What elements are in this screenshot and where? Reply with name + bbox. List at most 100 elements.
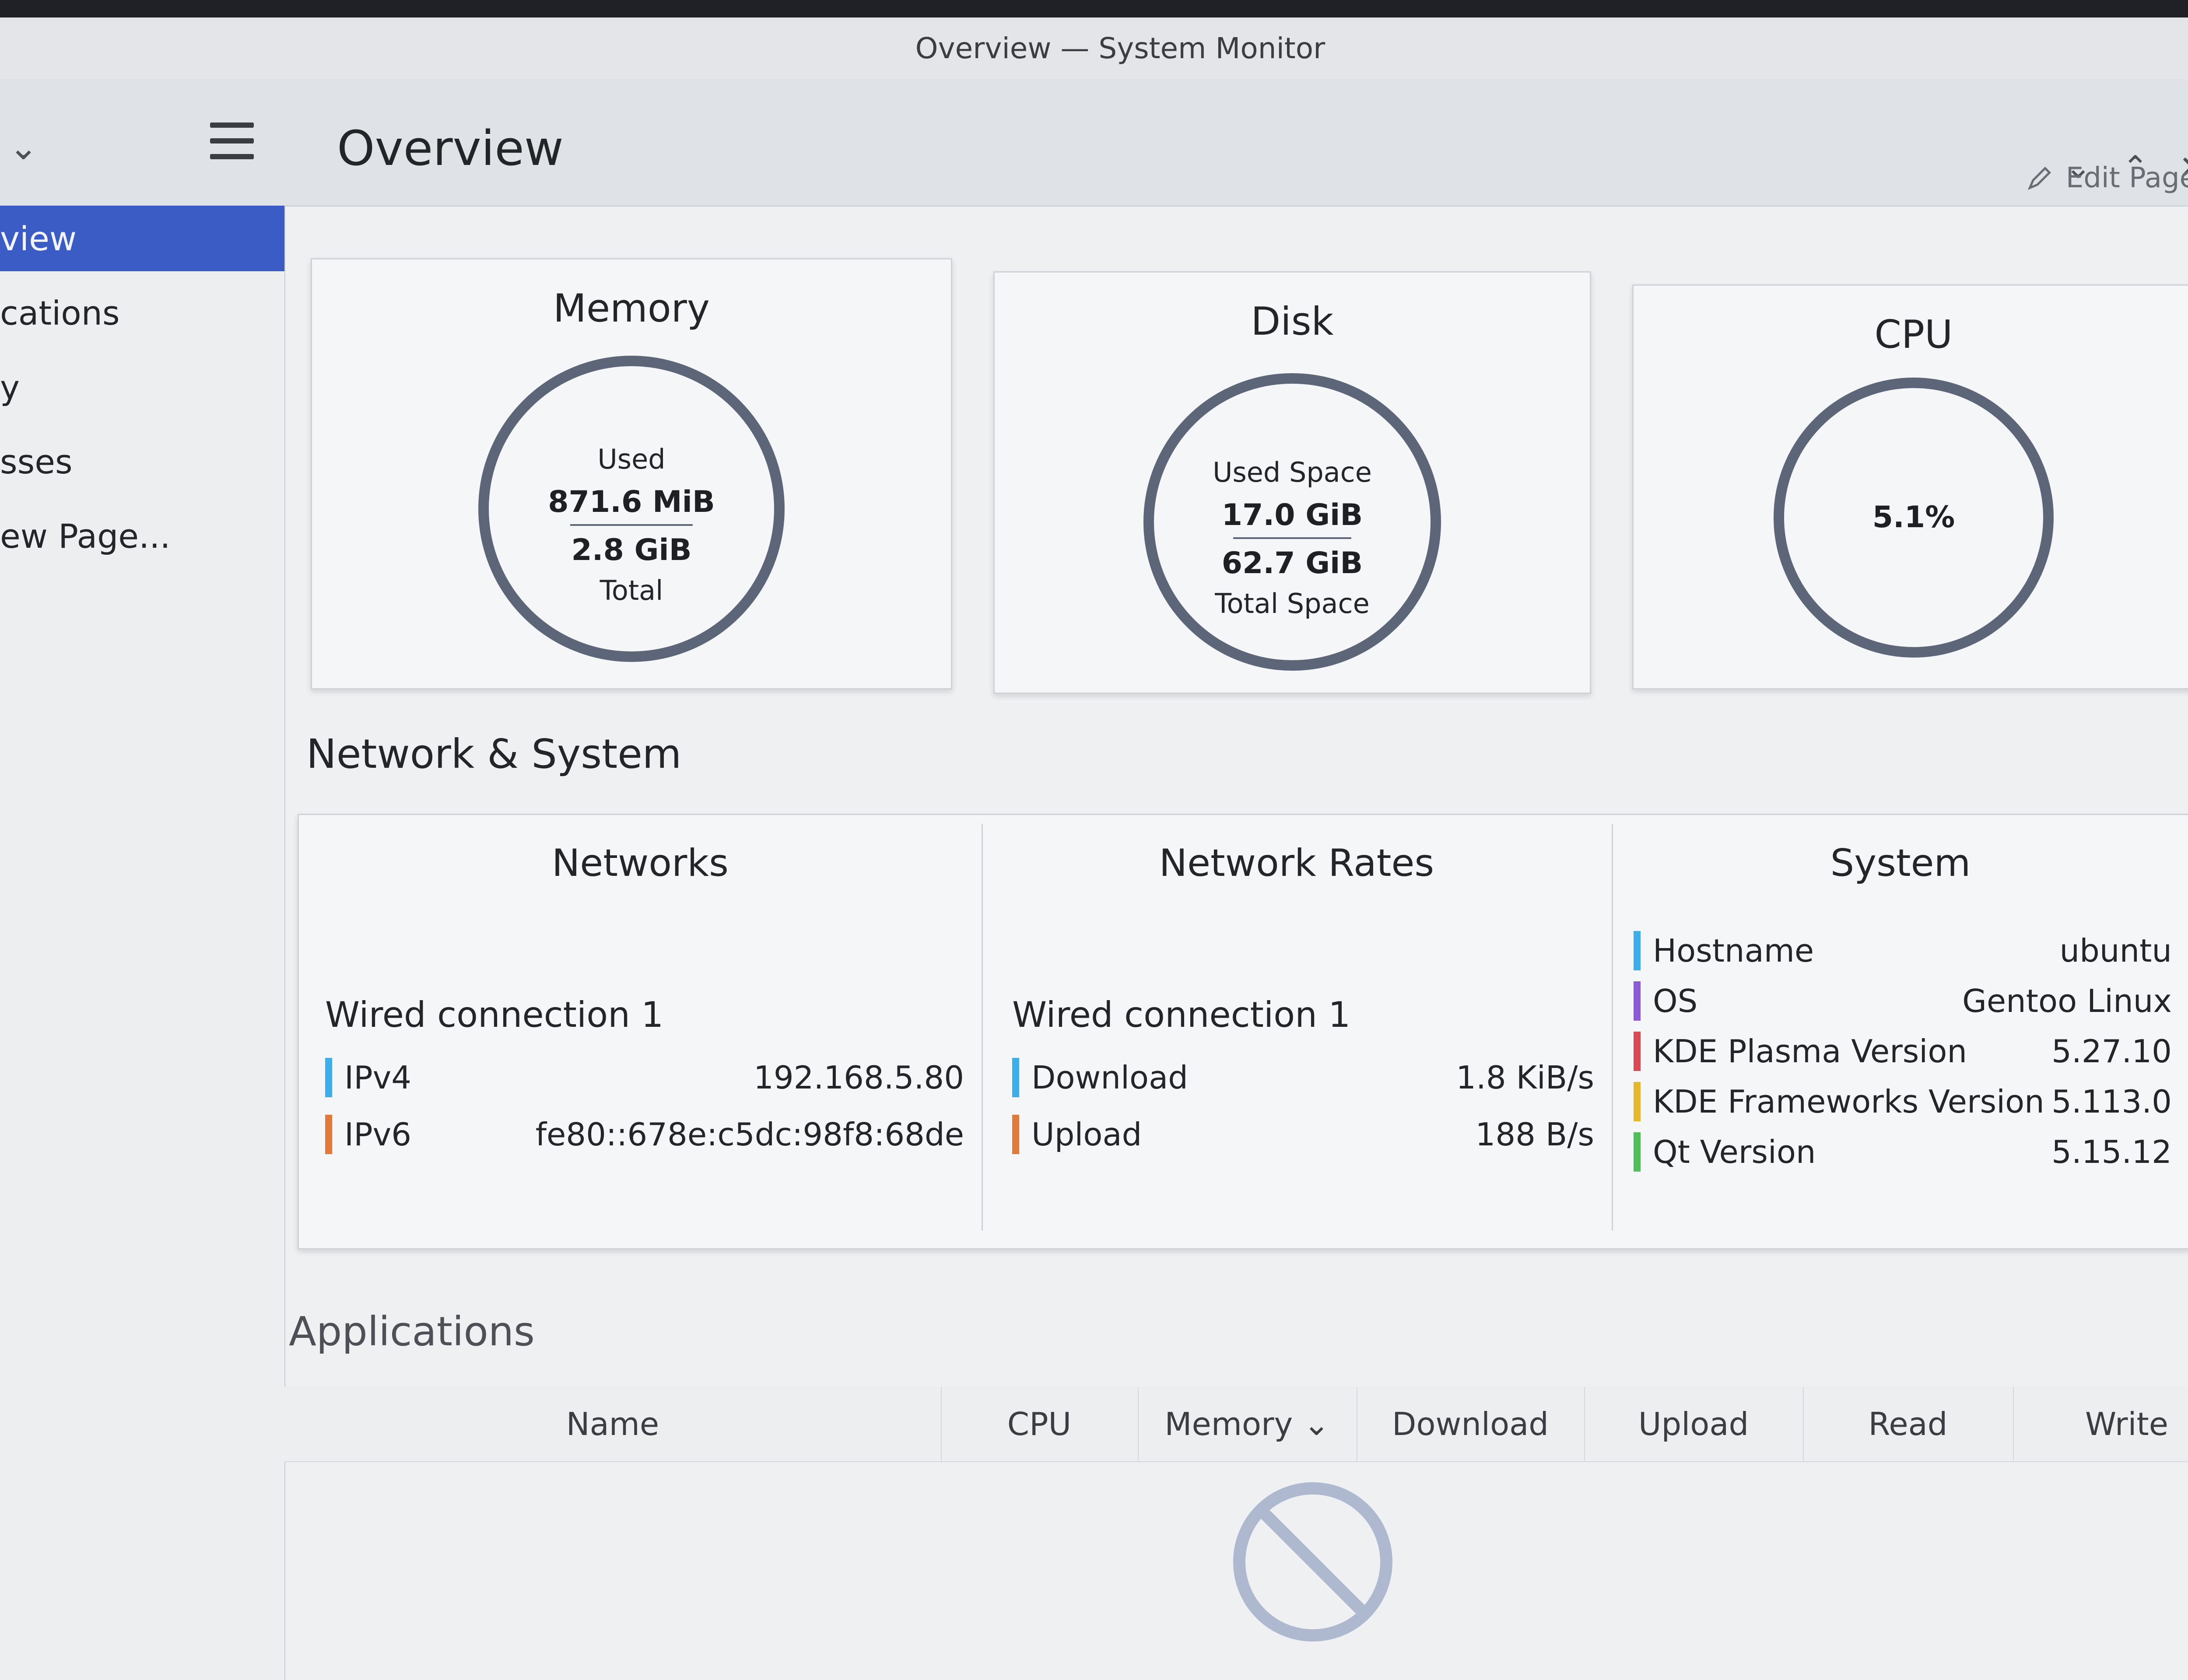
- sidebar-item-overview[interactable]: view: [0, 206, 284, 271]
- applications-heading: Applications: [289, 1308, 535, 1355]
- column-header-cpu[interactable]: CPU: [941, 1387, 1139, 1461]
- row-label: Download: [1031, 1059, 1188, 1096]
- row-label: Upload: [1031, 1116, 1142, 1153]
- column-header-label: Read: [1868, 1406, 1948, 1442]
- row-label: IPv4: [344, 1059, 412, 1096]
- network-row-ipv6: IPv6 fe80::678e:c5dc:98f8:68de: [325, 1113, 964, 1156]
- column-header-download[interactable]: Download: [1357, 1387, 1585, 1461]
- column-header-label: CPU: [1007, 1406, 1072, 1442]
- rate-row-download: Download 1.8 KiB/s: [1012, 1056, 1594, 1099]
- legend-swatch: [1634, 931, 1641, 970]
- column-header-label: Write: [2085, 1406, 2169, 1442]
- network-system-heading: Network & System: [306, 731, 682, 777]
- sidebar-item-label: y: [0, 368, 20, 407]
- chevron-down-icon[interactable]: ⌄: [9, 127, 38, 168]
- disk-total-label: Total Space: [1215, 588, 1370, 620]
- header-toolbar: ⌄ Overview: [0, 79, 2188, 206]
- applications-table-header: Name CPU Memory ⌄ Download Upload Read W…: [284, 1387, 2188, 1462]
- row-value: Gentoo Linux: [1962, 983, 2172, 1019]
- networks-title: Networks: [552, 841, 729, 885]
- system-row-plasma-version: KDE Plasma Version 5.27.10: [1634, 1029, 2172, 1073]
- sidebar: view cations y sses ew Page...: [0, 206, 285, 1680]
- disk-total-value: 62.7 GiB: [1221, 546, 1363, 581]
- memory-total-value: 2.8 GiB: [571, 533, 692, 567]
- legend-swatch: [1012, 1115, 1019, 1154]
- column-header-label: Upload: [1638, 1406, 1749, 1442]
- row-value: 5.27.10: [2051, 1033, 2172, 1070]
- memory-used-value: 871.6 MiB: [548, 485, 715, 519]
- system-row-os: OS Gentoo Linux: [1634, 979, 2172, 1023]
- pencil-icon: [2027, 166, 2051, 190]
- sidebar-item-label: view: [0, 219, 77, 258]
- disk-card[interactable]: Disk Used Space 17.0 GiB 62.7 GiB Total …: [993, 271, 1591, 694]
- row-label: Hostname: [1653, 932, 1814, 969]
- memory-card-title: Memory: [553, 286, 710, 331]
- system-row-qt-version: Qt Version 5.15.12: [1634, 1130, 2172, 1174]
- legend-swatch: [325, 1058, 332, 1097]
- disk-used-value: 17.0 GiB: [1221, 498, 1363, 532]
- sidebar-item-label: ew Page...: [0, 516, 171, 556]
- network-system-panel: Networks Wired connection 1 IPv4 192.168…: [298, 814, 2188, 1250]
- memory-card[interactable]: Memory Used 871.6 MiB 2.8 GiB Total: [311, 258, 952, 690]
- disk-used-label: Used Space: [1213, 456, 1372, 488]
- hamburger-menu-icon[interactable]: [210, 122, 254, 162]
- cpu-usage-value: 5.1%: [1872, 500, 1955, 535]
- row-value: 5.15.12: [2051, 1134, 2172, 1170]
- column-header-read[interactable]: Read: [1803, 1387, 2014, 1461]
- legend-swatch: [1634, 981, 1641, 1021]
- network-row-ipv4: IPv4 192.168.5.80: [325, 1056, 964, 1099]
- cpu-card-title: CPU: [1874, 312, 1953, 357]
- main-content: Memory Used 871.6 MiB 2.8 GiB Total Disk…: [284, 206, 2188, 1680]
- rates-connection-name: Wired connection 1: [1012, 994, 1351, 1035]
- sidebar-item-label: sses: [0, 442, 73, 481]
- edit-page-label: Edit Page: [2065, 162, 2188, 194]
- row-value: fe80::678e:c5dc:98f8:68de: [535, 1116, 964, 1153]
- row-label: OS: [1653, 983, 1698, 1019]
- sidebar-item-history[interactable]: y: [0, 354, 284, 420]
- disk-divider: [1233, 537, 1351, 539]
- window-title: Overview — System Monitor: [915, 31, 1325, 65]
- column-header-label: Memory: [1164, 1406, 1293, 1442]
- row-value: 5.113.0: [2051, 1083, 2172, 1120]
- rate-row-upload: Upload 188 B/s: [1012, 1113, 1594, 1156]
- column-header-label: Name: [566, 1406, 659, 1442]
- column-header-memory[interactable]: Memory ⌄: [1138, 1387, 1357, 1461]
- sidebar-item-processes[interactable]: sses: [0, 429, 284, 494]
- column-header-label: Download: [1392, 1406, 1549, 1442]
- row-value: ubuntu: [2059, 932, 2172, 969]
- disk-card-title: Disk: [1251, 299, 1334, 344]
- legend-swatch: [1012, 1058, 1019, 1097]
- sidebar-item-label: cations: [0, 293, 120, 332]
- column-header-write[interactable]: Write: [2013, 1387, 2188, 1461]
- cpu-card[interactable]: CPU 5.1%: [1632, 284, 2188, 690]
- edit-page-button[interactable]: Edit Page: [2027, 162, 2188, 194]
- row-value: 1.8 KiB/s: [1456, 1059, 1594, 1096]
- legend-swatch: [1634, 1032, 1641, 1071]
- network-rates-title: Network Rates: [1159, 841, 1434, 885]
- row-label: IPv6: [344, 1116, 412, 1153]
- legend-swatch: [1634, 1082, 1641, 1121]
- no-data-icon: [1233, 1482, 1392, 1642]
- row-label: KDE Frameworks Version: [1653, 1083, 2044, 1120]
- row-label: KDE Plasma Version: [1653, 1033, 1967, 1070]
- title-bar: Overview — System Monitor: [0, 18, 2188, 79]
- system-row-frameworks-version: KDE Frameworks Version 5.113.0: [1634, 1080, 2172, 1124]
- legend-swatch: [325, 1115, 332, 1154]
- sort-chevron-down-icon: ⌄: [1303, 1406, 1330, 1442]
- page-title: Overview: [337, 120, 564, 176]
- system-row-hostname: Hostname ubuntu: [1634, 929, 2172, 973]
- sidebar-item-new-page[interactable]: ew Page...: [0, 503, 284, 569]
- memory-used-label: Used: [597, 443, 666, 475]
- memory-divider: [570, 524, 693, 526]
- legend-swatch: [1634, 1132, 1641, 1172]
- row-value: 188 B/s: [1475, 1116, 1594, 1153]
- row-value: 192.168.5.80: [754, 1059, 964, 1096]
- system-monitor-window: Overview — System Monitor ⌄ Overview ⌄ ⌃…: [0, 18, 2188, 1680]
- sidebar-item-applications[interactable]: cations: [0, 280, 284, 346]
- memory-total-label: Total: [600, 574, 663, 606]
- row-label: Qt Version: [1653, 1134, 1816, 1170]
- networks-connection-name: Wired connection 1: [325, 994, 664, 1035]
- system-title: System: [1830, 841, 1971, 885]
- column-header-name[interactable]: Name: [284, 1387, 942, 1461]
- column-header-upload[interactable]: Upload: [1584, 1387, 1804, 1461]
